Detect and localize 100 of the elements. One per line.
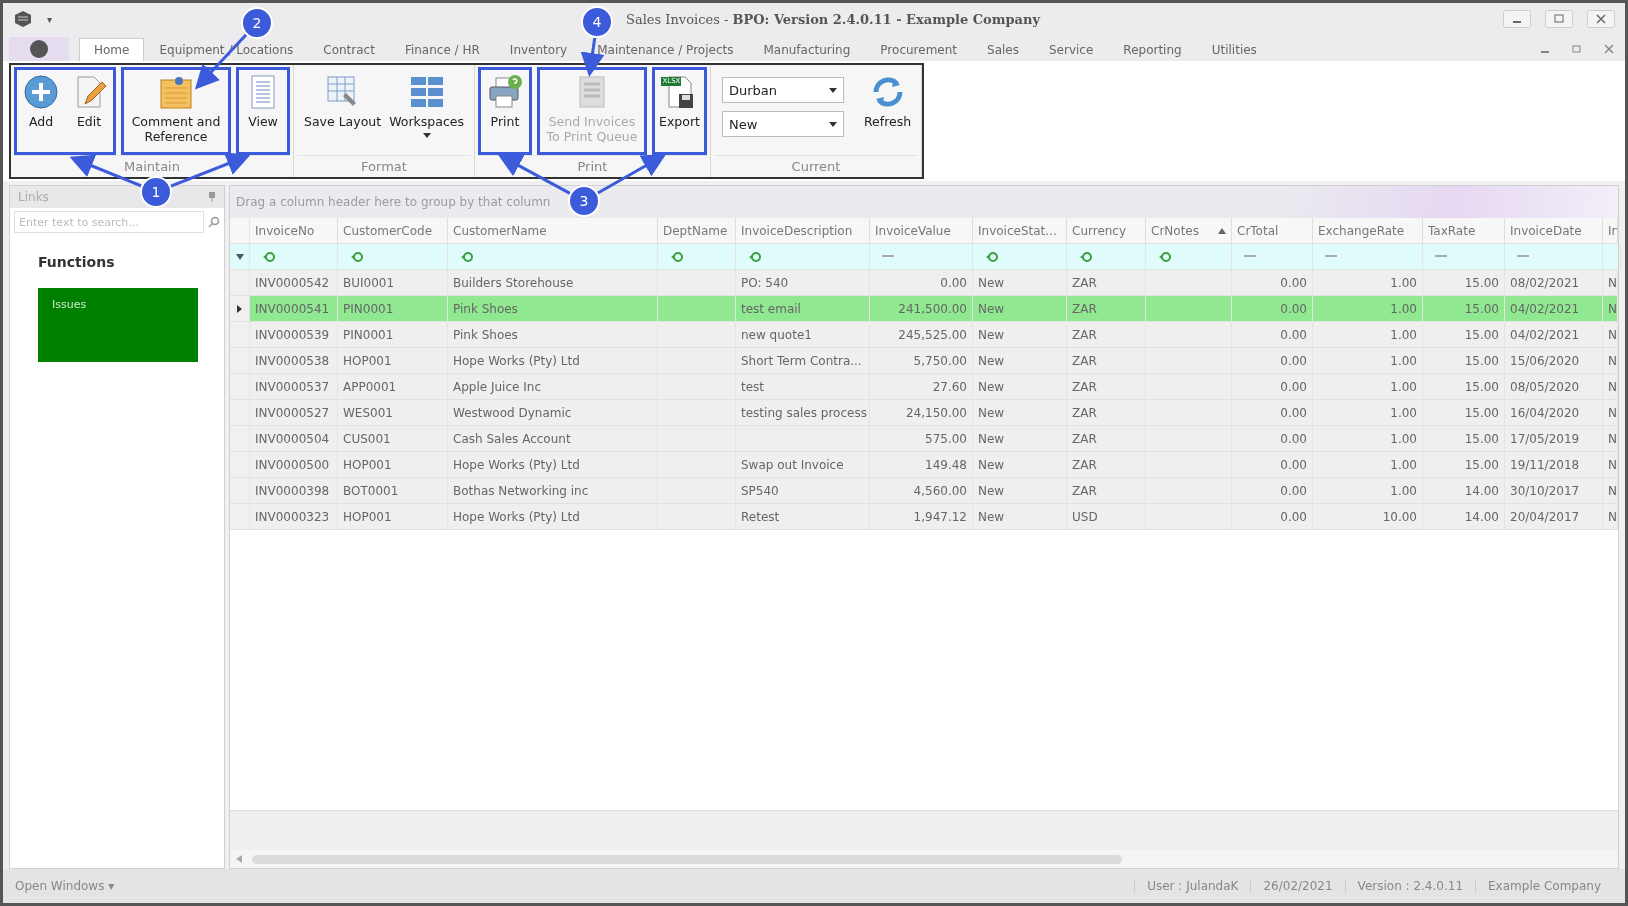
table-cell: 08/05/2020: [1505, 374, 1603, 399]
search-icon[interactable]: [208, 216, 220, 228]
column-header[interactable]: CrNotes: [1146, 218, 1232, 243]
table-row[interactable]: INV0000323 HOP001 Hope Works (Pty) Ltd Retest 1,947.12 New USD 0.00 10.00 14.00 20/04/2017 N: [230, 504, 1618, 530]
filter-condition-icon[interactable]: [262, 249, 276, 264]
table-row[interactable]: INV0000537 APP0001 Apple Juice Inc test 27.60 New ZAR 0.00 1.00 15.00 08/05/2020 N: [230, 374, 1618, 400]
ribbon-button[interactable]: Workspaces: [385, 70, 468, 153]
ribbon-tab[interactable]: Sales: [972, 38, 1034, 61]
table-cell: 1.00: [1313, 322, 1423, 347]
table-cell: Pink Shoes: [448, 296, 658, 321]
ribbon-button[interactable]: Refresh: [859, 70, 916, 153]
minimize-icon[interactable]: [1503, 10, 1531, 28]
ribbon-tab[interactable]: Service: [1034, 38, 1109, 61]
column-header[interactable]: InvoiceDate: [1505, 218, 1603, 243]
table-cell: 1.00: [1313, 426, 1423, 451]
ribbon-tab[interactable]: Contract: [308, 38, 390, 61]
function-tile[interactable]: Issues: [38, 288, 198, 362]
table-cell: INV0000398: [250, 478, 338, 503]
dropdown-caret-icon: [422, 133, 431, 138]
ribbon-tab[interactable]: Manufacturing: [748, 38, 866, 61]
table-cell: New: [973, 478, 1067, 503]
table-cell: 0.00: [1232, 426, 1313, 451]
table-cell: INV0000539: [250, 322, 338, 347]
table-cell: USD: [1067, 504, 1146, 529]
table-cell: New: [973, 400, 1067, 425]
table-row[interactable]: INV0000527 WES001 Westwood Dynamic testing sales process 24,150.00 New ZAR 0.00 1.00 15.00 16/04/2020 N: [230, 400, 1618, 426]
dropdown-caret-icon: [828, 121, 837, 127]
table-row[interactable]: INV0000542 BUI0001 Builders Storehouse PO: 540 0.00 New ZAR 0.00 1.00 15.00 08/02/2021 N: [230, 270, 1618, 296]
filter-condition-icon[interactable]: [460, 249, 474, 264]
column-header[interactable]: Currency: [1067, 218, 1146, 243]
table-cell: Swap out Invoice: [736, 452, 870, 477]
filter-icon[interactable]: [235, 252, 244, 261]
pin-icon[interactable]: [208, 192, 216, 202]
table-cell: APP0001: [338, 374, 448, 399]
table-cell: 04/02/2021: [1505, 296, 1603, 321]
table-cell: Retest: [736, 504, 870, 529]
table-cell: ZAR: [1067, 296, 1146, 321]
status-item: Example Company: [1475, 879, 1613, 893]
ribbon-button[interactable]: Edit: [65, 70, 113, 153]
column-header[interactable]: CrTotal: [1232, 218, 1313, 243]
table-cell: ZAR: [1067, 348, 1146, 373]
filter-condition-icon[interactable]: [350, 249, 364, 264]
plus-circle-icon: [23, 74, 59, 110]
table-cell: BOT0001: [338, 478, 448, 503]
horizontal-scrollbar[interactable]: [230, 850, 1618, 868]
table-row[interactable]: INV0000541 PIN0001 Pink Shoes test email 241,500.00 New ZAR 0.00 1.00 15.00 04/02/2021 N: [230, 296, 1618, 322]
app-menu-icon[interactable]: [9, 37, 69, 61]
column-header[interactable]: CustomerCode: [338, 218, 448, 243]
maximize-icon[interactable]: [1545, 10, 1573, 28]
column-header[interactable]: ExchangeRate: [1313, 218, 1423, 243]
restore-icon[interactable]: [1571, 43, 1583, 55]
quick-access-caret[interactable]: ▾: [47, 13, 53, 25]
ribbon-tab[interactable]: Home: [79, 38, 145, 61]
filter-condition-icon[interactable]: [670, 249, 684, 264]
column-header[interactable]: InvoiceNo: [250, 218, 338, 243]
ribbon-button[interactable]: Save Layout: [300, 70, 386, 153]
table-row[interactable]: INV0000500 HOP001 Hope Works (Pty) Ltd Swap out Invoice 149.48 New ZAR 0.00 1.00 15.00 19/11/2018 N: [230, 452, 1618, 478]
app-logo-icon[interactable]: [13, 9, 33, 29]
ribbon-tab[interactable]: Utilities: [1196, 38, 1272, 61]
table-cell: 17/05/2019: [1505, 426, 1603, 451]
table-row[interactable]: INV0000539 PIN0001 Pink Shoes new quote1 245,525.00 New ZAR 0.00 1.00 15.00 04/02/2021 N: [230, 322, 1618, 348]
table-cell: Hope Works (Pty) Ltd: [448, 348, 658, 373]
table-cell: 1.00: [1313, 296, 1423, 321]
table-cell: Bothas Networking inc: [448, 478, 658, 503]
column-header[interactable]: InvoiceDescription: [736, 218, 870, 243]
table-row[interactable]: INV0000538 HOP001 Hope Works (Pty) Ltd Short Term Contra... 5,750.00 New ZAR 0.00 1.00 15.00 15/06/2020 N: [230, 348, 1618, 374]
table-cell: HOP001: [338, 504, 448, 529]
filter-condition-icon[interactable]: [985, 249, 999, 264]
table-cell: N: [1603, 296, 1618, 321]
column-header[interactable]: InvoiceStat...: [973, 218, 1067, 243]
dropdown-field[interactable]: Durban: [721, 77, 844, 103]
table-row[interactable]: INV0000398 BOT0001 Bothas Networking inc SP540 4,560.00 New ZAR 0.00 1.00 14.00 30/10/2017 N: [230, 478, 1618, 504]
table-cell: 15.00: [1423, 374, 1505, 399]
filter-condition-icon[interactable]: [748, 249, 762, 264]
close-icon[interactable]: [1587, 10, 1615, 28]
ribbon-button[interactable]: View: [239, 70, 287, 153]
table-cell: 1.00: [1313, 270, 1423, 295]
search-field[interactable]: Enter text to search...: [14, 211, 204, 233]
column-header[interactable]: TaxRate: [1423, 218, 1505, 243]
open-windows-menu[interactable]: Open Windows ▾: [15, 879, 1135, 893]
scroll-left-icon[interactable]: [236, 855, 242, 863]
column-header[interactable]: DeptName: [658, 218, 736, 243]
ribbon-tab[interactable]: Maintenance / Projects: [582, 38, 749, 61]
ribbon-button[interactable]: Comment and Reference: [124, 70, 228, 153]
table-cell: 0.00: [1232, 348, 1313, 373]
ribbon-button[interactable]: Print: [481, 70, 529, 153]
table-row[interactable]: INV0000504 CUS001 Cash Sales Account 575.00 New ZAR 0.00 1.00 15.00 17/05/2019 N: [230, 426, 1618, 452]
column-header[interactable]: InvoiceValue: [870, 218, 973, 243]
filter-condition-icon[interactable]: [1079, 249, 1093, 264]
column-header[interactable]: CustomerName: [448, 218, 658, 243]
ribbon-tab[interactable]: Reporting: [1108, 38, 1197, 61]
ribbon-tab[interactable]: Inventory: [494, 38, 583, 61]
dropdown-field[interactable]: New: [721, 111, 844, 137]
close-icon[interactable]: [1603, 43, 1615, 55]
filter-condition-icon[interactable]: [1158, 249, 1172, 264]
ribbon-tab[interactable]: Finance / HR: [389, 38, 495, 61]
ribbon-tab[interactable]: Procurement: [865, 38, 973, 61]
ribbon-button[interactable]: Add: [17, 70, 65, 153]
table-cell: 0.00: [1232, 322, 1313, 347]
table-cell: 1.00: [1313, 478, 1423, 503]
